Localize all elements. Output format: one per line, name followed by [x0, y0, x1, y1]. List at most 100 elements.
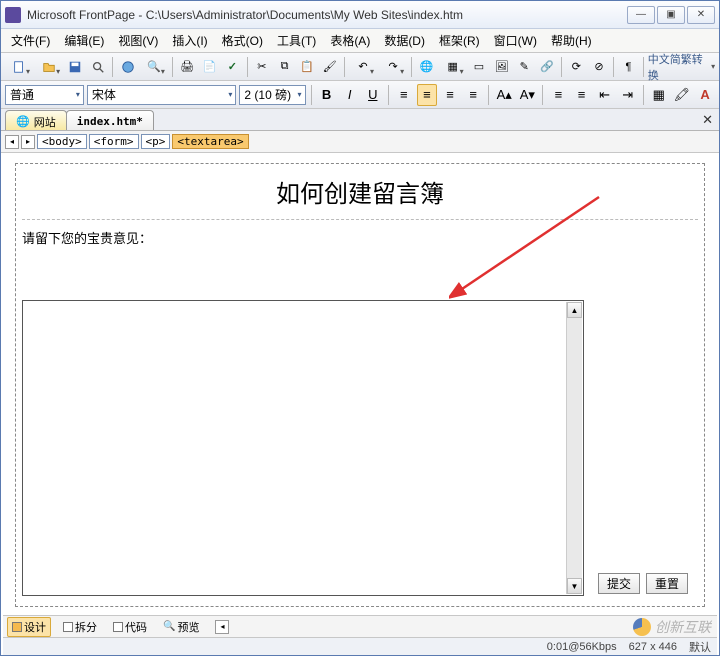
italic-button[interactable]: I — [340, 84, 360, 106]
highlight-color-button[interactable]: 🖍 — [672, 84, 692, 106]
view-scroll-left[interactable]: ◂ — [215, 620, 229, 634]
tag-form[interactable]: <form> — [89, 134, 139, 149]
stop-button[interactable]: ⊘ — [589, 56, 610, 78]
view-code[interactable]: 代码 — [109, 618, 151, 636]
reset-button[interactable]: 重置 — [646, 573, 688, 594]
outdent-button[interactable]: ⇤ — [595, 84, 615, 106]
hyperlink-button[interactable]: 🔗 — [537, 56, 558, 78]
insert-layer-button[interactable]: ▭ — [469, 56, 490, 78]
separator — [172, 57, 173, 77]
nav-prev-button[interactable]: ◂ — [5, 135, 19, 149]
title-bar[interactable]: Microsoft FrontPage - C:\Users\Administr… — [1, 1, 719, 29]
design-canvas[interactable]: 如何创建留言簿 请留下您的宝贵意见： ▲ ▼ — [3, 155, 717, 615]
form-prompt[interactable]: 请留下您的宝贵意见： — [22, 228, 698, 247]
font-size-selector[interactable]: 2 (10 磅) — [239, 85, 305, 105]
form-buttons: 提交 重置 — [598, 573, 688, 596]
formatting-toolbar: 普通 宋体 2 (10 磅) B I U ≡ ≡ ≡ ≡ A▴ A▾ ≡ ≡ ⇤… — [1, 81, 719, 109]
bold-button[interactable]: B — [316, 84, 336, 106]
submit-button[interactable]: 提交 — [598, 573, 640, 594]
close-tab-button[interactable]: ✕ — [702, 112, 713, 128]
align-justify-button[interactable]: ≡ — [463, 84, 483, 106]
style-selector[interactable]: 普通 — [5, 85, 84, 105]
scroll-down-button[interactable]: ▼ — [567, 578, 582, 594]
font-selector[interactable]: 宋体 — [87, 85, 237, 105]
open-button[interactable] — [35, 56, 63, 78]
insert-table-button[interactable]: ▦ — [439, 56, 467, 78]
indent-button[interactable]: ⇥ — [618, 84, 638, 106]
minimize-button[interactable]: — — [627, 6, 655, 24]
menu-view[interactable]: 视图(V) — [112, 30, 164, 51]
scroll-up-button[interactable]: ▲ — [567, 302, 582, 318]
tag-textarea[interactable]: <textarea> — [172, 134, 248, 149]
menu-edit[interactable]: 编辑(E) — [58, 30, 110, 51]
close-button[interactable]: ✕ — [687, 6, 715, 24]
align-right-button[interactable]: ≡ — [440, 84, 460, 106]
tab-website[interactable]: 🌐 网站 — [5, 110, 67, 130]
status-mode: 默认 — [689, 639, 711, 655]
format-painter-button[interactable]: 🖌 — [319, 56, 340, 78]
undo-button[interactable]: ↶ — [349, 56, 377, 78]
menu-insert[interactable]: 插入(I) — [166, 30, 213, 51]
print-button[interactable]: 🖨 — [177, 56, 198, 78]
align-center-button[interactable]: ≡ — [417, 84, 437, 106]
font-color-button[interactable]: A — [695, 84, 715, 106]
separator — [388, 85, 389, 105]
menu-data[interactable]: 数据(D) — [378, 30, 431, 51]
standard-toolbar: 🔍 🖨 📄 ✓ ✂ ⧉ 📋 🖌 ↶ ↷ 🌐 ▦ ▭ 🖼 ✎ 🔗 ⟳ ⊘ ¶ 中文… — [1, 53, 719, 81]
view-design[interactable]: 设计 — [7, 617, 51, 637]
menu-format[interactable]: 格式(O) — [216, 30, 269, 51]
page-heading[interactable]: 如何创建留言簿 — [22, 170, 698, 220]
spelling-button[interactable]: ✓ — [222, 56, 243, 78]
insert-picture-button[interactable]: 🖼 — [491, 56, 512, 78]
separator — [112, 57, 113, 77]
search-button[interactable] — [88, 56, 109, 78]
menu-help[interactable]: 帮助(H) — [545, 30, 598, 51]
copy-button[interactable]: ⧉ — [274, 56, 295, 78]
textarea-element[interactable]: ▲ ▼ — [22, 300, 584, 596]
drawing-button[interactable]: ✎ — [514, 56, 535, 78]
cut-button[interactable]: ✂ — [252, 56, 273, 78]
menu-file[interactable]: 文件(F) — [5, 30, 56, 51]
maximize-button[interactable]: ▣ — [657, 6, 685, 24]
align-left-button[interactable]: ≡ — [394, 84, 414, 106]
textarea-scrollbar[interactable]: ▲ ▼ — [566, 302, 582, 594]
separator — [488, 85, 489, 105]
menu-tools[interactable]: 工具(T) — [271, 30, 322, 51]
view-mode-bar: 设计 拆分 代码 🔍预览 ◂ — [3, 615, 717, 637]
menu-window[interactable]: 窗口(W) — [488, 30, 543, 51]
menu-frame[interactable]: 框架(R) — [433, 30, 486, 51]
resize-handles[interactable] — [22, 596, 592, 614]
separator — [643, 57, 644, 77]
chinese-convert-button[interactable]: 中文简繁转换 — [648, 51, 709, 83]
show-all-button[interactable]: ¶ — [618, 56, 639, 78]
publish-button[interactable] — [117, 56, 138, 78]
increase-font-button[interactable]: A▴ — [494, 84, 514, 106]
document-tabs: 🌐 网站 index.htm* ✕ — [1, 109, 719, 131]
textarea-selection[interactable]: ▲ ▼ — [22, 300, 592, 596]
web-component-button[interactable]: 🌐 — [416, 56, 437, 78]
refresh-button[interactable]: ⟳ — [566, 56, 587, 78]
app-icon — [5, 7, 21, 23]
redo-button[interactable]: ↷ — [379, 56, 407, 78]
save-button[interactable] — [65, 56, 86, 78]
view-split[interactable]: 拆分 — [59, 618, 101, 636]
separator — [247, 57, 248, 77]
paste-button[interactable]: 📋 — [297, 56, 318, 78]
nav-next-button[interactable]: ▸ — [21, 135, 35, 149]
title-sep: - — [138, 8, 145, 22]
menu-bar: 文件(F) 编辑(E) 视图(V) 插入(I) 格式(O) 工具(T) 表格(A… — [1, 29, 719, 53]
tab-index-htm[interactable]: index.htm* — [66, 110, 154, 130]
borders-button[interactable]: ▦ — [649, 84, 669, 106]
print-preview-button[interactable]: 📄 — [199, 56, 220, 78]
new-button[interactable] — [5, 56, 33, 78]
decrease-font-button[interactable]: A▾ — [517, 84, 537, 106]
underline-button[interactable]: U — [363, 84, 383, 106]
window-title: Microsoft FrontPage - C:\Users\Administr… — [27, 8, 627, 22]
preview-browser-button[interactable]: 🔍 — [140, 56, 168, 78]
tag-p[interactable]: <p> — [141, 134, 171, 149]
view-preview[interactable]: 🔍预览 — [159, 618, 203, 636]
bullet-list-button[interactable]: ≡ — [571, 84, 591, 106]
tag-body[interactable]: <body> — [37, 134, 87, 149]
numbered-list-button[interactable]: ≡ — [548, 84, 568, 106]
menu-table[interactable]: 表格(A) — [324, 30, 376, 51]
